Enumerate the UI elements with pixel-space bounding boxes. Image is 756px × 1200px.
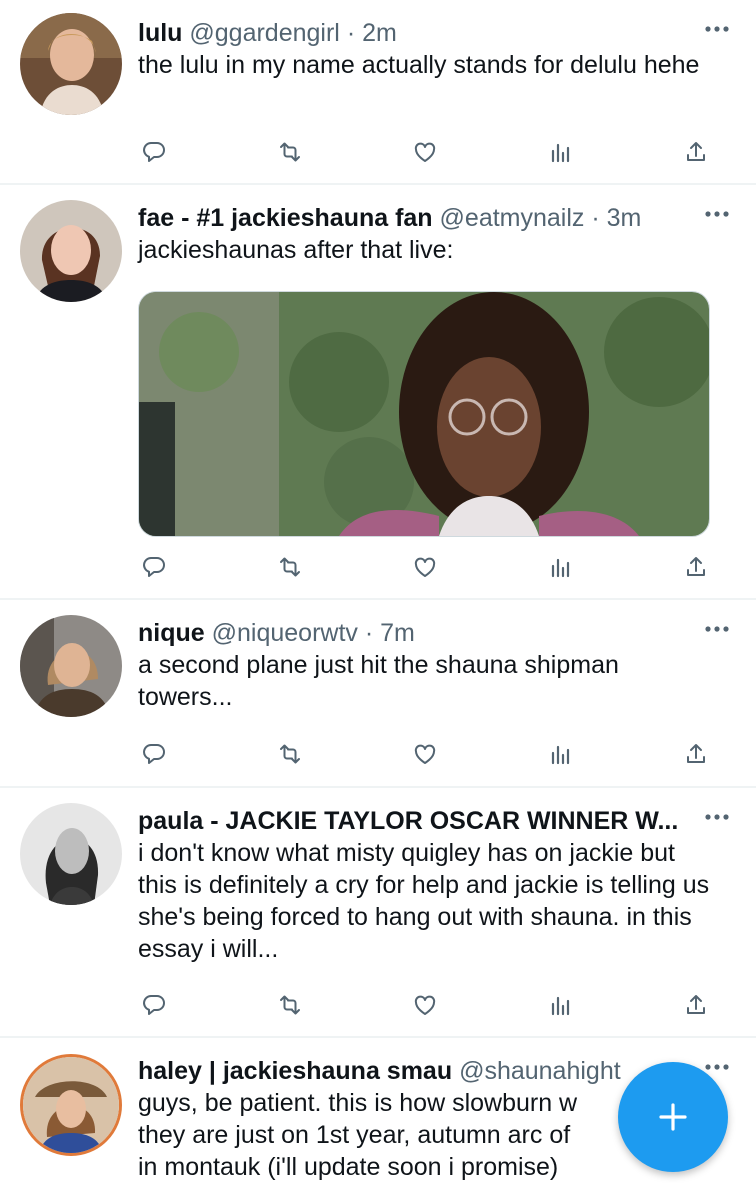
handle[interactable]: @niqueorwtv bbox=[212, 619, 358, 647]
tweet-header: lulu @ggardengirl · 2m bbox=[138, 17, 696, 49]
tweet-media[interactable] bbox=[138, 291, 710, 537]
like-icon[interactable] bbox=[405, 132, 445, 172]
more-icon[interactable] bbox=[702, 806, 732, 828]
tweet-text: i don't know what misty quigley has on j… bbox=[138, 839, 710, 963]
share-icon[interactable] bbox=[676, 734, 716, 774]
share-icon[interactable] bbox=[676, 547, 716, 587]
retweet-icon[interactable] bbox=[270, 132, 310, 172]
tweet-header: haley | jackieshauna smau @shaunahight bbox=[138, 1055, 696, 1087]
views-icon[interactable] bbox=[540, 734, 580, 774]
retweet-icon[interactable] bbox=[270, 985, 310, 1025]
display-name[interactable]: nique bbox=[138, 619, 205, 647]
display-name[interactable]: fae - #1 jackieshauna fan bbox=[138, 204, 433, 232]
tweet[interactable]: paula - JACKIE TAYLOR OSCAR WINNER W... … bbox=[0, 788, 756, 1036]
avatar[interactable] bbox=[20, 13, 122, 115]
reply-icon[interactable] bbox=[136, 985, 176, 1025]
timestamp[interactable]: 7m bbox=[380, 619, 415, 647]
views-icon[interactable] bbox=[540, 132, 580, 172]
text-line: in montauk (i'll update soon i promise) bbox=[138, 1153, 559, 1181]
display-name[interactable]: haley | jackieshauna smau bbox=[138, 1057, 452, 1085]
more-icon[interactable] bbox=[702, 18, 732, 40]
more-icon[interactable] bbox=[702, 203, 732, 225]
handle[interactable]: @shaunahight bbox=[459, 1057, 621, 1085]
avatar[interactable] bbox=[20, 803, 122, 905]
tweet[interactable]: nique @niqueorwtv · 7m a second plane ju… bbox=[0, 600, 756, 786]
reply-icon[interactable] bbox=[136, 734, 176, 774]
display-name[interactable]: paula - JACKIE TAYLOR OSCAR WINNER W... bbox=[138, 807, 678, 835]
tweet[interactable]: fae - #1 jackieshauna fan @eatmynailz · … bbox=[0, 185, 756, 598]
avatar[interactable] bbox=[20, 615, 122, 717]
timestamp[interactable]: 2m bbox=[362, 19, 397, 47]
tweet-text: a second plane just hit the shauna shipm… bbox=[138, 651, 619, 711]
share-icon[interactable] bbox=[676, 985, 716, 1025]
tweet-actions bbox=[136, 985, 716, 1025]
like-icon[interactable] bbox=[405, 985, 445, 1025]
tweet-actions bbox=[136, 547, 716, 587]
tweet[interactable]: lulu @ggardengirl · 2m the lulu in my na… bbox=[0, 0, 756, 183]
avatar[interactable] bbox=[20, 1054, 122, 1156]
retweet-icon[interactable] bbox=[270, 734, 310, 774]
tweet-actions bbox=[136, 734, 716, 774]
tweet-text: the lulu in my name actually stands for … bbox=[138, 51, 700, 79]
separator-dot: · bbox=[591, 204, 600, 232]
handle[interactable]: @eatmynailz bbox=[440, 204, 585, 232]
views-icon[interactable] bbox=[540, 547, 580, 587]
avatar[interactable] bbox=[20, 200, 122, 302]
reply-icon[interactable] bbox=[136, 132, 176, 172]
reply-icon[interactable] bbox=[136, 547, 176, 587]
compose-button[interactable] bbox=[618, 1062, 728, 1172]
display-name[interactable]: lulu bbox=[138, 19, 182, 47]
tweet-header: paula - JACKIE TAYLOR OSCAR WINNER W... bbox=[138, 805, 696, 837]
compose-plus-icon bbox=[659, 1103, 687, 1131]
more-icon[interactable] bbox=[702, 618, 732, 640]
views-icon[interactable] bbox=[540, 985, 580, 1025]
handle[interactable]: @ggardengirl bbox=[189, 19, 339, 47]
tweet-text: jackieshaunas after that live: bbox=[138, 236, 454, 264]
tweet-header: fae - #1 jackieshauna fan @eatmynailz · … bbox=[138, 202, 696, 234]
retweet-icon[interactable] bbox=[270, 547, 310, 587]
tweet-header: nique @niqueorwtv · 7m bbox=[138, 617, 696, 649]
timestamp[interactable]: 3m bbox=[607, 204, 642, 232]
like-icon[interactable] bbox=[405, 547, 445, 587]
like-icon[interactable] bbox=[405, 734, 445, 774]
tweet-actions bbox=[136, 132, 716, 172]
separator-dot: · bbox=[346, 19, 356, 47]
share-icon[interactable] bbox=[676, 132, 716, 172]
separator-dot: · bbox=[364, 619, 374, 647]
